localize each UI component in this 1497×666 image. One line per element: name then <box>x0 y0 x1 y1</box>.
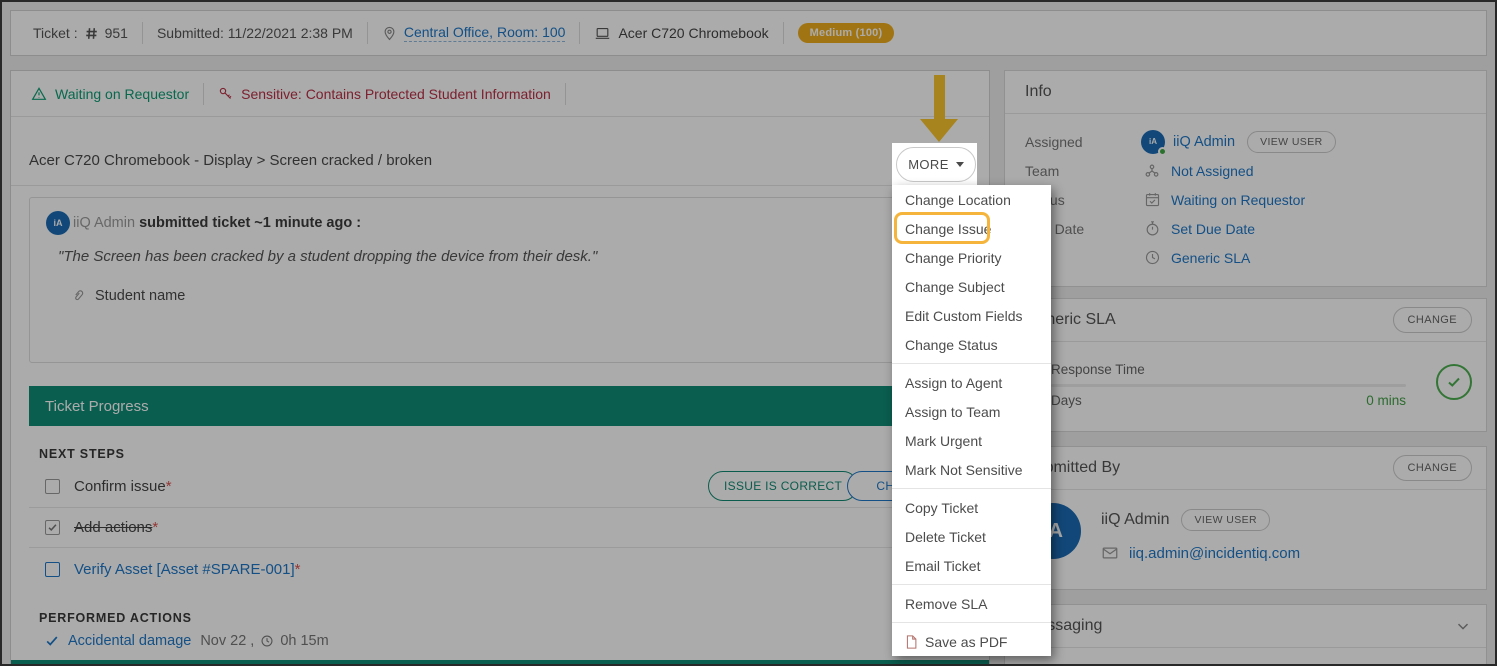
caret-down-icon <box>956 162 964 167</box>
pdf-file-icon <box>905 635 918 649</box>
menu-item-change-issue[interactable]: Change Issue <box>892 214 1051 243</box>
save-as-pdf-label: Save as PDF <box>925 634 1007 650</box>
menu-item-mark-not-sensitive[interactable]: Mark Not Sensitive <box>892 455 1051 484</box>
menu-divider <box>892 488 1051 489</box>
menu-item-assign-to-team[interactable]: Assign to Team <box>892 397 1051 426</box>
more-button[interactable]: MORE <box>896 147 976 182</box>
modal-dim-overlay <box>0 0 1497 666</box>
menu-item-remove-sla[interactable]: Remove SLA <box>892 589 1051 618</box>
menu-divider <box>892 622 1051 623</box>
more-button-label: MORE <box>908 157 949 172</box>
menu-item-edit-custom-fields[interactable]: Edit Custom Fields <box>892 301 1051 330</box>
menu-item-change-status[interactable]: Change Status <box>892 330 1051 359</box>
menu-item-assign-to-agent[interactable]: Assign to Agent <box>892 368 1051 397</box>
menu-item-delete-ticket[interactable]: Delete Ticket <box>892 522 1051 551</box>
menu-item-change-location[interactable]: Change Location <box>892 185 1051 214</box>
menu-item-mark-urgent[interactable]: Mark Urgent <box>892 426 1051 455</box>
menu-item-copy-ticket[interactable]: Copy Ticket <box>892 493 1051 522</box>
menu-item-email-ticket[interactable]: Email Ticket <box>892 551 1051 580</box>
more-button-spotlight: MORE <box>892 143 977 185</box>
menu-divider <box>892 584 1051 585</box>
menu-divider <box>892 363 1051 364</box>
more-dropdown-menu: Change Location Change Issue Change Prio… <box>892 185 1051 656</box>
menu-item-change-subject[interactable]: Change Subject <box>892 272 1051 301</box>
menu-item-save-as-pdf[interactable]: Save as PDF <box>892 627 1051 656</box>
menu-item-change-priority[interactable]: Change Priority <box>892 243 1051 272</box>
